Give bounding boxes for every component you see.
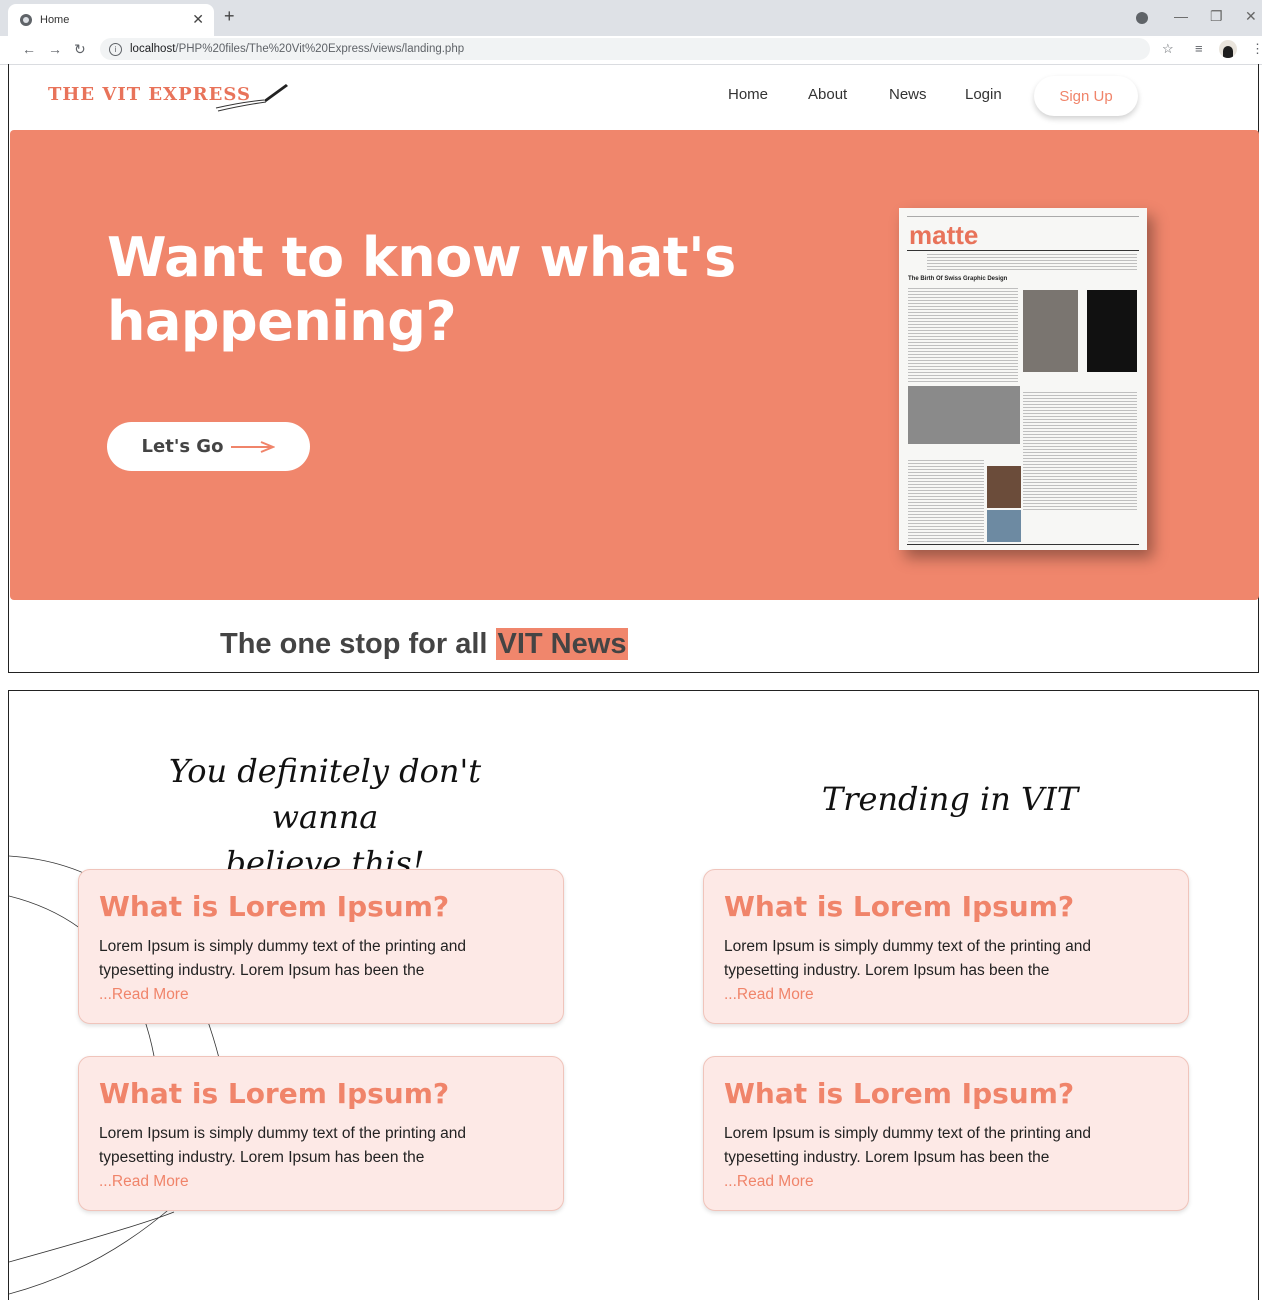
menu-icon[interactable]: ⋮	[1251, 41, 1262, 57]
newspaper-image: matte The Birth Of Swiss Graphic Design	[899, 208, 1147, 550]
restore-icon[interactable]: ❐	[1210, 8, 1223, 25]
pen-icon	[215, 84, 288, 112]
bookmark-star-icon[interactable]: ☆	[1162, 41, 1174, 57]
card-body: Lorem Ipsum is simply dummy text of the …	[724, 1125, 1091, 1166]
left-section-heading: You definitely don't wanna believe this!	[168, 752, 482, 882]
newspaper-headline: The Birth Of Swiss Graphic Design	[908, 276, 1008, 282]
tagline: The one stop for all VIT News	[220, 628, 629, 661]
avatar[interactable]	[1219, 40, 1237, 58]
url-input[interactable]: i localhost/PHP%20files/The%20Vit%20Expr…	[100, 38, 1150, 60]
close-tab-icon[interactable]: ✕	[192, 11, 204, 28]
back-icon[interactable]: ←	[22, 41, 36, 57]
nav-home[interactable]: Home	[728, 86, 768, 103]
card-body: Lorem Ipsum is simply dummy text of the …	[724, 938, 1091, 979]
tagline-highlight: VIT News	[495, 628, 629, 660]
right-section-heading: Trending in VIT	[821, 780, 1079, 818]
minimize-icon[interactable]: —	[1174, 8, 1188, 24]
news-card[interactable]: What is Lorem Ipsum? Lorem Ipsum is simp…	[78, 1056, 564, 1211]
card-title: What is Lorem Ipsum?	[99, 890, 450, 923]
arrow-right-icon	[231, 440, 276, 453]
url-path: /PHP%20files/The%20Vit%20Express/views/l…	[175, 43, 465, 55]
trending-card[interactable]: What is Lorem Ipsum? Lorem Ipsum is simp…	[703, 869, 1189, 1024]
globe-icon	[20, 14, 32, 26]
card-body: Lorem Ipsum is simply dummy text of the …	[99, 1125, 466, 1166]
nav-about[interactable]: About	[808, 86, 847, 103]
news-card[interactable]: What is Lorem Ipsum? Lorem Ipsum is simp…	[78, 869, 564, 1024]
browser-profile-icon[interactable]	[1136, 12, 1148, 24]
hero-title: Want to know what's happening?	[107, 226, 736, 353]
lets-go-label: Let's Go	[141, 436, 224, 457]
card-title: What is Lorem Ipsum?	[99, 1077, 450, 1110]
window-close-icon[interactable]: ✕	[1245, 8, 1257, 25]
card-title: What is Lorem Ipsum?	[724, 1077, 1075, 1110]
card-body: Lorem Ipsum is simply dummy text of the …	[99, 938, 466, 979]
url-host: localhost	[130, 43, 176, 55]
address-bar: ← → ↻ i localhost/PHP%20files/The%20Vit%…	[0, 36, 1262, 65]
tab-title: Home	[40, 14, 70, 26]
read-more-link[interactable]: ...Read More	[724, 1170, 1168, 1194]
lets-go-button[interactable]: Let's Go	[107, 422, 310, 471]
browser-tab-bar: Home ✕ + — ❐ ✕	[0, 0, 1262, 36]
nav-news[interactable]: News	[889, 86, 927, 103]
media-control-icon[interactable]: ≡	[1195, 41, 1203, 56]
nav-login[interactable]: Login	[965, 86, 1002, 103]
newspaper-masthead: matte	[909, 220, 979, 250]
info-icon[interactable]: i	[109, 42, 122, 56]
trending-card[interactable]: What is Lorem Ipsum? Lorem Ipsum is simp…	[703, 1056, 1189, 1211]
read-more-link[interactable]: ...Read More	[99, 983, 543, 1007]
browser-tab[interactable]: Home ✕	[8, 4, 214, 36]
tagline-text: The one stop for all	[220, 628, 496, 660]
forward-icon[interactable]: →	[48, 41, 62, 57]
read-more-link[interactable]: ...Read More	[99, 1170, 543, 1194]
card-title: What is Lorem Ipsum?	[724, 890, 1075, 923]
new-tab-icon[interactable]: +	[224, 6, 235, 27]
reload-icon[interactable]: ↻	[74, 41, 86, 58]
read-more-link[interactable]: ...Read More	[724, 983, 1168, 1007]
signup-button[interactable]: Sign Up	[1034, 76, 1138, 116]
